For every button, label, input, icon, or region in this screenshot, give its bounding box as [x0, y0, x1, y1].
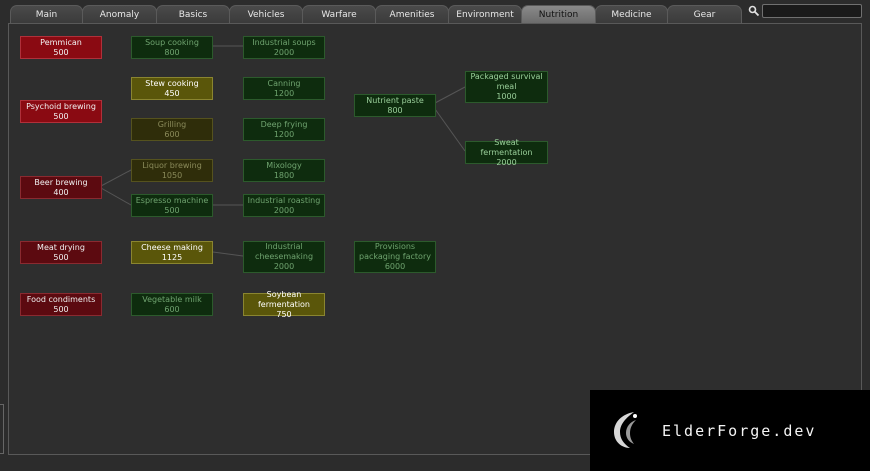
tech-cost: 1050 — [161, 170, 183, 180]
dragon-logo-icon — [614, 412, 637, 448]
tab-anomaly[interactable]: Anomaly — [82, 5, 157, 24]
tech-cost: 1200 — [273, 129, 295, 139]
search-icon[interactable] — [748, 5, 760, 17]
tech-cost: 500 — [164, 205, 180, 215]
tech-liquor-brewing[interactable]: Liquor brewing 1050 — [131, 159, 213, 182]
tech-cost: 500 — [53, 111, 69, 121]
tech-cheese-making[interactable]: Cheese making 1125 — [131, 241, 213, 264]
tech-name: Industrial soups — [252, 37, 316, 47]
tech-beer-brewing[interactable]: Beer brewing 400 — [20, 176, 102, 199]
tech-cost: 600 — [164, 304, 180, 314]
tech-name: Provisions packaging factory — [359, 242, 431, 261]
tech-cost: 450 — [164, 88, 180, 98]
tab-bar: Main Anomaly Basics Vehicles Warfare Ame… — [0, 0, 870, 24]
tech-cost: 500 — [53, 304, 69, 314]
tech-name: Cheese making — [141, 242, 203, 252]
tech-stew-cooking[interactable]: Stew cooking 450 — [131, 77, 213, 100]
tech-cost: 500 — [53, 252, 69, 262]
tech-mixology[interactable]: Mixology 1800 — [243, 159, 325, 182]
tech-industrial-soups[interactable]: Industrial soups 2000 — [243, 36, 325, 59]
tech-name: Psychoid brewing — [26, 101, 96, 111]
tech-industrial-roasting[interactable]: Industrial roasting 2000 — [243, 194, 325, 217]
tech-vegetable-milk[interactable]: Vegetable milk 600 — [131, 293, 213, 316]
tech-cost: 400 — [53, 187, 69, 197]
tab-medicine[interactable]: Medicine — [595, 5, 668, 24]
tech-cost: 600 — [164, 129, 180, 139]
tech-cost: 2000 — [273, 47, 295, 57]
tech-name: Industrial roasting — [247, 195, 321, 205]
tech-espresso-machine[interactable]: Espresso machine 500 — [131, 194, 213, 217]
tech-name: Industrial cheesemaking — [254, 242, 314, 261]
tech-name: Espresso machine — [135, 195, 209, 205]
tech-cost: 750 — [276, 309, 292, 319]
side-panel-edge — [0, 404, 4, 454]
tech-cost: 500 — [53, 47, 69, 57]
tab-main[interactable]: Main — [10, 5, 83, 24]
watermark-text: ElderForge.dev — [662, 422, 817, 440]
tech-name: Liquor brewing — [142, 160, 202, 170]
tech-cost: 800 — [387, 105, 403, 115]
tab-nutrition[interactable]: Nutrition — [521, 5, 596, 24]
tech-name: Deep frying — [260, 119, 308, 129]
tech-name: Beer brewing — [34, 177, 88, 187]
tech-deep-frying[interactable]: Deep frying 1200 — [243, 118, 325, 141]
search-input[interactable] — [762, 4, 862, 18]
tech-name: Meat drying — [37, 242, 85, 252]
tech-canning[interactable]: Canning 1200 — [243, 77, 325, 100]
tech-name: Soybean fermentation — [257, 289, 311, 309]
tech-cost: 2000 — [273, 262, 295, 271]
tech-packaged-survival-meal[interactable]: Packaged survival meal 1000 — [465, 71, 548, 103]
tech-name: Food condiments — [26, 294, 96, 304]
tech-name: Canning — [267, 78, 301, 88]
tab-vehicles[interactable]: Vehicles — [229, 5, 303, 24]
tech-psychoid-brewing[interactable]: Psychoid brewing 500 — [20, 100, 102, 123]
tech-name: Soup cooking — [145, 37, 199, 47]
tech-soybean-fermentation[interactable]: Soybean fermentation 750 — [243, 289, 325, 319]
tab-amenities[interactable]: Amenities — [375, 5, 449, 24]
tech-cost: 800 — [164, 47, 180, 57]
tech-name: Sweat fermentation — [480, 137, 533, 157]
tech-provisions-packaging-factory[interactable]: Provisions packaging factory 6000 — [354, 241, 436, 273]
tab-gear[interactable]: Gear — [667, 5, 742, 24]
tech-meat-drying[interactable]: Meat drying 500 — [20, 241, 102, 264]
tab-basics[interactable]: Basics — [156, 5, 230, 24]
tech-food-condiments[interactable]: Food condiments 500 — [20, 293, 102, 316]
tech-pemmican[interactable]: Pemmican 500 — [20, 36, 102, 59]
tech-grilling[interactable]: Grilling 600 — [131, 118, 213, 141]
tech-cost: 2000 — [273, 205, 295, 215]
watermark: ElderForge.dev — [590, 390, 870, 471]
tech-cost: 1000 — [496, 92, 517, 101]
tech-name: Stew cooking — [145, 78, 199, 88]
tech-sweat-fermentation[interactable]: Sweat fermentation 2000 — [465, 137, 548, 167]
tech-cost: 1200 — [273, 88, 295, 98]
tech-nutrient-paste[interactable]: Nutrient paste 800 — [354, 94, 436, 117]
tech-cost: 2000 — [496, 157, 517, 167]
tech-name: Vegetable milk — [142, 294, 202, 304]
tech-cost: 1800 — [273, 170, 295, 180]
tech-name: Pemmican — [40, 37, 82, 47]
tab-environment[interactable]: Environment — [448, 5, 522, 24]
tech-name: Mixology — [266, 160, 302, 170]
tech-industrial-cheesemaking[interactable]: Industrial cheesemaking 2000 — [243, 241, 325, 273]
tech-name: Packaged survival meal — [470, 72, 543, 91]
tab-warfare[interactable]: Warfare — [302, 5, 376, 24]
tech-soup-cooking[interactable]: Soup cooking 800 — [131, 36, 213, 59]
tech-name: Nutrient paste — [366, 95, 424, 105]
tech-cost: 1125 — [161, 252, 183, 262]
tech-cost: 6000 — [384, 262, 406, 271]
tech-name: Grilling — [157, 119, 187, 129]
